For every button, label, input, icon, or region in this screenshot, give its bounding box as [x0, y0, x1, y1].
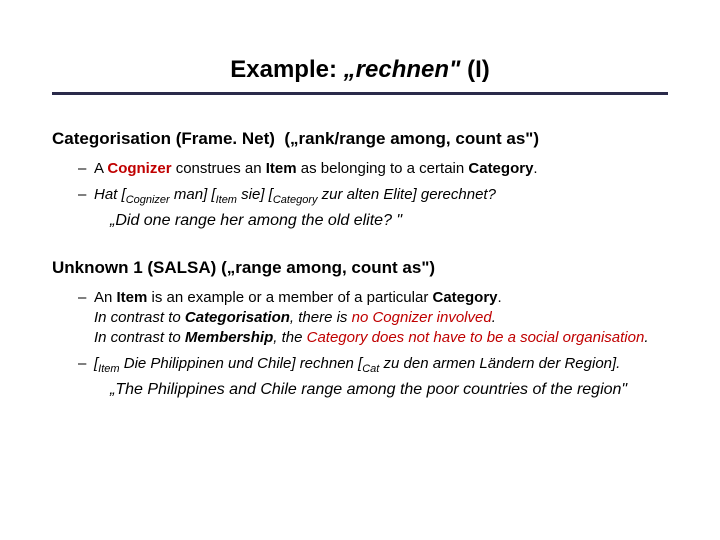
- sec2-bullet-1: An Item is an example or a member of a p…: [78, 288, 668, 349]
- not-social-org: Category does not have to be a social or…: [307, 329, 645, 346]
- sec1-name: Categorisation (Frame. Net): [52, 129, 275, 148]
- section-head-2: Unknown 1 (SALSA) („range among, count a…: [52, 258, 668, 278]
- title-prefix: Example:: [230, 56, 343, 83]
- slide: Example: „rechnen" (I) Categorisation (F…: [0, 0, 720, 447]
- sec2-quote: „The Philippines and Chile range among t…: [94, 379, 668, 401]
- section-unknown1: Unknown 1 (SALSA) („range among, count a…: [52, 258, 668, 401]
- title-rule: [52, 92, 668, 95]
- no-cognizer: no Cognizer involved: [352, 309, 492, 326]
- sec1-quote: „Did one range her among the old elite? …: [94, 210, 668, 232]
- slide-title: Example: „rechnen" (I): [52, 56, 668, 92]
- section-head-1: Categorisation (Frame. Net) („rank/range…: [52, 129, 668, 149]
- sec1-bullet-2: Hat [Cognizer man] [Item sie] [Category …: [78, 185, 668, 231]
- sec2-name: Unknown 1 (SALSA): [52, 258, 216, 277]
- section-categorisation: Categorisation (Frame. Net) („rank/range…: [52, 129, 668, 232]
- term-category-2: Category: [432, 289, 497, 306]
- term-item: Item: [266, 160, 297, 177]
- sec2-bullets: An Item is an example or a member of a p…: [52, 288, 668, 401]
- sec2-bullet-2: [Item Die Philippinen und Chile] rechnen…: [78, 354, 668, 400]
- sec1-gloss: („rank/range among, count as"): [284, 129, 539, 148]
- sec1-bullet-1: A Cognizer construes an Item as belongin…: [78, 159, 668, 179]
- title-word: „rechnen": [344, 56, 461, 83]
- term-item-2: Item: [117, 289, 148, 306]
- sec1-bullets: A Cognizer construes an Item as belongin…: [52, 159, 668, 232]
- term-cognizer: Cognizer: [107, 160, 171, 177]
- term-category: Category: [468, 160, 533, 177]
- title-suffix: (I): [460, 56, 489, 83]
- sec2-gloss: („range among, count as"): [221, 258, 435, 277]
